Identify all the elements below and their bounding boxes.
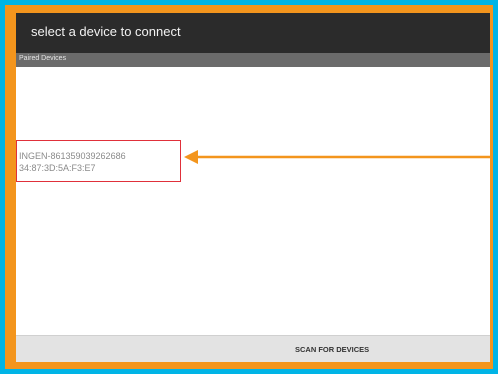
scan-for-devices-button[interactable]: SCAN FOR DEVICES: [16, 335, 490, 362]
title-bar: select a device to connect: [16, 13, 490, 53]
device-name: INGEN-861359039262686: [19, 151, 126, 161]
device-address: 34:87:3D:5A:F3:E7: [19, 163, 96, 173]
paired-devices-header: Paired Devices: [16, 53, 490, 67]
list-item-device[interactable]: INGEN-861359039262686 34:87:3D:5A:F3:E7: [16, 140, 181, 182]
scan-button-label: SCAN FOR DEVICES: [295, 345, 370, 354]
app-screen: select a device to connect Paired Device…: [16, 13, 490, 362]
paired-devices-label: Paired Devices: [19, 55, 67, 62]
page-title: select a device to connect: [31, 24, 181, 39]
